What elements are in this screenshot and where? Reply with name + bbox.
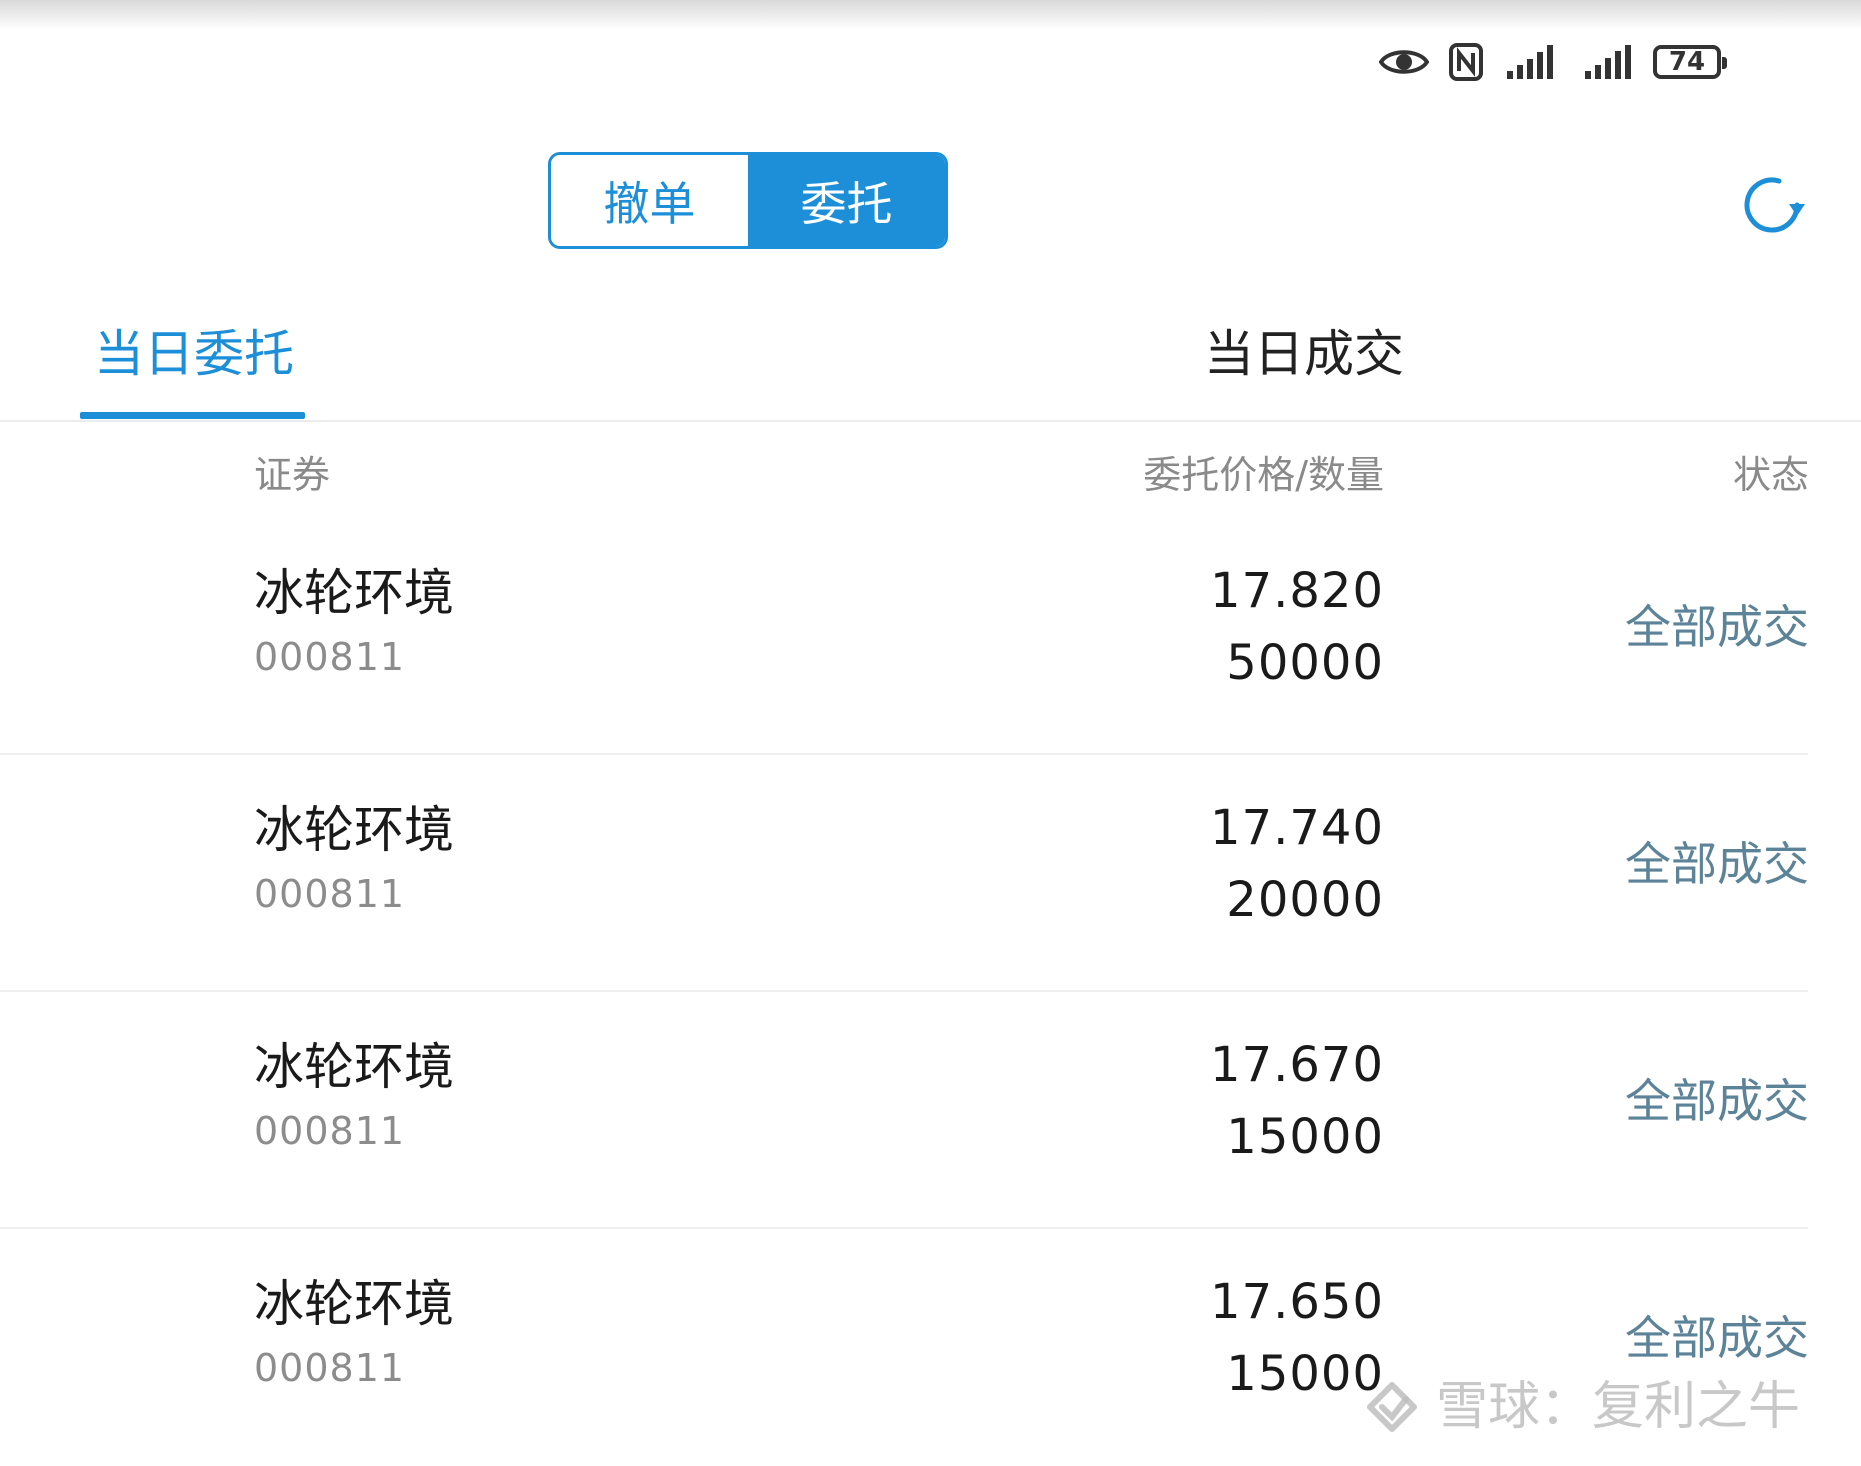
tab-bar: 当日委托 当日成交 xyxy=(0,300,1861,422)
security-name: 冰轮环境 xyxy=(254,1275,454,1333)
order-status: 全部成交 xyxy=(1625,600,1809,654)
order-quantity: 50000 xyxy=(1226,635,1384,691)
table-row[interactable]: 冰轮环境 000811 17.670 15000 全部成交 xyxy=(0,992,1861,1229)
order-segment[interactable]: 委托 xyxy=(748,155,945,246)
eye-icon xyxy=(1379,45,1429,79)
order-status: 全部成交 xyxy=(1625,837,1809,891)
security-code: 000811 xyxy=(254,1109,406,1153)
security-code: 000811 xyxy=(254,635,406,679)
column-header-security: 证券 xyxy=(254,453,331,497)
tab-trades-today[interactable]: 当日成交 xyxy=(1204,322,1404,386)
watermark: 雪球：复利之牛 xyxy=(1360,1372,1800,1442)
battery-level: 74 xyxy=(1668,47,1706,77)
table-row[interactable]: 冰轮环境 000811 17.820 50000 全部成交 xyxy=(0,518,1861,755)
security-code: 000811 xyxy=(254,872,406,916)
order-status: 全部成交 xyxy=(1625,1311,1809,1365)
refresh-button[interactable] xyxy=(1735,168,1809,242)
column-header-status: 状态 xyxy=(1732,453,1809,497)
order-price: 17.670 xyxy=(1210,1037,1384,1093)
refresh-icon xyxy=(1744,177,1805,233)
order-price: 17.650 xyxy=(1210,1274,1384,1330)
battery-icon: 74 xyxy=(1653,45,1727,79)
security-name: 冰轮环境 xyxy=(254,801,454,859)
signal-icon xyxy=(1583,43,1633,81)
order-status: 全部成交 xyxy=(1625,1074,1809,1128)
table-row[interactable]: 冰轮环境 000811 17.740 20000 全部成交 xyxy=(0,755,1861,992)
watermark-text: 雪球：复利之牛 xyxy=(1436,1377,1801,1437)
order-price: 17.820 xyxy=(1210,563,1384,619)
order-price: 17.740 xyxy=(1210,800,1384,856)
order-quantity: 15000 xyxy=(1226,1109,1384,1165)
security-name: 冰轮环境 xyxy=(254,1038,454,1096)
column-header-price-qty: 委托价格/数量 xyxy=(1143,453,1384,497)
tabs-divider xyxy=(0,420,1861,422)
snowball-logo-icon xyxy=(1367,1382,1417,1432)
top-shadow xyxy=(0,0,1861,30)
active-tab-indicator xyxy=(80,412,305,419)
order-quantity: 20000 xyxy=(1226,872,1384,928)
status-bar: 74 xyxy=(1379,40,1727,84)
security-name: 冰轮环境 xyxy=(254,564,454,622)
mode-segmented-control: 撤单 委托 xyxy=(548,152,948,249)
nfc-icon xyxy=(1449,43,1483,81)
tab-orders-today[interactable]: 当日委托 xyxy=(94,322,294,386)
security-code: 000811 xyxy=(254,1346,406,1390)
cancel-order-segment[interactable]: 撤单 xyxy=(551,155,748,246)
signal-icon xyxy=(1503,43,1563,81)
